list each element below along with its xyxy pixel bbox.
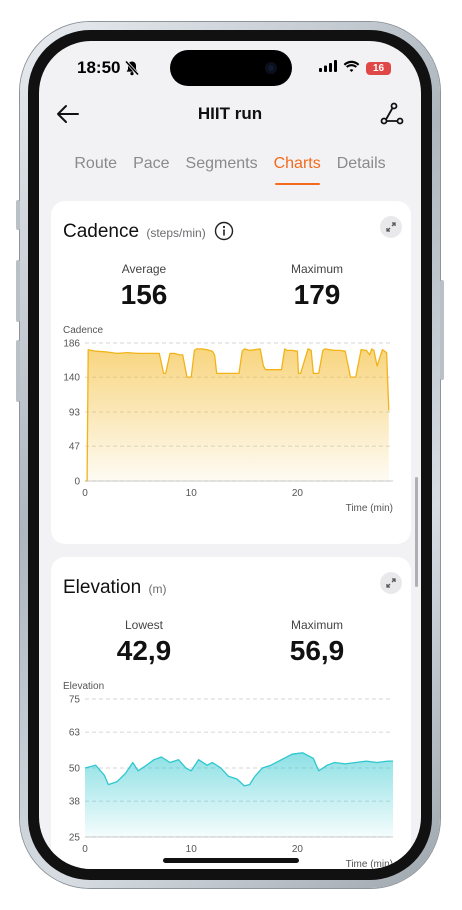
cadence-max-value: 179 [293, 279, 341, 310]
wifi-icon [343, 59, 360, 77]
volume-down-button [16, 340, 20, 402]
status-icons: 16 [319, 59, 391, 77]
elevation-chart: Elevation 25 38 50 63 75 0 10 20 Time (min) [63, 681, 393, 869]
elevation-xtick-label: 0 [82, 844, 88, 855]
tab-details[interactable]: Details [337, 155, 386, 185]
elevation-xtick-label: 20 [292, 844, 304, 855]
info-icon[interactable] [214, 221, 234, 246]
cadence-max-label: Maximum [290, 262, 343, 276]
cadence-xtick-label: 10 [186, 488, 198, 499]
route-button[interactable] [379, 101, 405, 127]
cadence-xtick-label: 20 [292, 488, 304, 499]
cadence-ylabel: Cadence [63, 325, 103, 336]
elevation-ytick-label: 38 [69, 797, 81, 808]
volume-up-button [16, 260, 20, 322]
elevation-max-value: 56,9 [289, 635, 345, 666]
elevation-ytick-label: 25 [69, 833, 81, 844]
status-bar: 18:50 16 [39, 41, 421, 93]
tab-segments[interactable]: Segments [186, 155, 258, 185]
header: HIIT run [39, 97, 421, 131]
cadence-ytick-label: 186 [63, 339, 80, 350]
camera-icon [265, 62, 277, 74]
cadence-title: Cadence [63, 221, 140, 242]
cadence-ytick-label: 0 [74, 477, 80, 488]
elevation-unit: (m) [148, 582, 167, 596]
status-time: 18:50 [77, 58, 121, 77]
route-icon [380, 102, 404, 125]
elevation-title-row: Elevation (m) [63, 577, 166, 599]
elevation-card: Elevation (m) Lowest 42,9 Maximum 56,9 E… [51, 557, 411, 869]
scrollbar[interactable] [415, 477, 418, 587]
cadence-xlabel: Time (min) [346, 503, 393, 514]
tab-pace[interactable]: Pace [133, 155, 169, 185]
dynamic-island [170, 50, 292, 86]
action-button [16, 200, 20, 230]
tab-bar: Route Pace Segments Charts Details [39, 155, 421, 185]
power-button [440, 280, 444, 380]
cadence-card: Cadence (steps/min) Average 156 Maximum … [51, 201, 411, 544]
cadence-ytick-label: 47 [69, 442, 81, 453]
expand-icon[interactable] [380, 216, 402, 238]
tab-route[interactable]: Route [74, 155, 117, 185]
elevation-lowest-label: Lowest [124, 618, 164, 632]
cadence-unit: (steps/min) [146, 226, 206, 240]
tab-charts[interactable]: Charts [274, 155, 321, 185]
signal-icon [319, 59, 337, 77]
cadence-average: Average 156 [84, 262, 204, 311]
bell-muted-icon [124, 60, 140, 81]
elevation-lowest: Lowest 42,9 [84, 618, 204, 667]
elevation-ytick-label: 63 [69, 728, 81, 739]
cadence-average-label: Average [121, 262, 167, 276]
cadence-average-value: 156 [120, 279, 168, 310]
home-indicator[interactable] [163, 858, 299, 863]
expand-icon[interactable] [380, 572, 402, 594]
cadence-title-row: Cadence (steps/min) [63, 221, 206, 243]
elevation-max-label: Maximum [290, 618, 343, 632]
page-title: HIIT run [197, 104, 263, 123]
screen: 18:50 16 HIIT run Route Pace Segments Ch… [39, 41, 421, 869]
elevation-xtick-label: 10 [186, 844, 198, 855]
elevation-xlabel: Time (min) [346, 859, 393, 869]
elevation-ytick-label: 75 [69, 695, 81, 706]
cadence-xtick-label: 0 [82, 488, 88, 499]
cadence-chart: Cadence 0 47 93 140 186 0 10 20 Time (min) [63, 325, 393, 514]
elevation-title: Elevation [63, 577, 142, 598]
elevation-maximum: Maximum 56,9 [257, 618, 377, 667]
elevation-ytick-label: 50 [69, 764, 81, 775]
cadence-area [85, 348, 389, 481]
cadence-ytick-label: 93 [69, 408, 81, 419]
elevation-ylabel: Elevation [63, 681, 104, 692]
battery-icon: 16 [366, 61, 391, 75]
elevation-lowest-value: 42,9 [116, 635, 172, 666]
cadence-maximum: Maximum 179 [257, 262, 377, 311]
cadence-ytick-label: 140 [63, 373, 80, 384]
